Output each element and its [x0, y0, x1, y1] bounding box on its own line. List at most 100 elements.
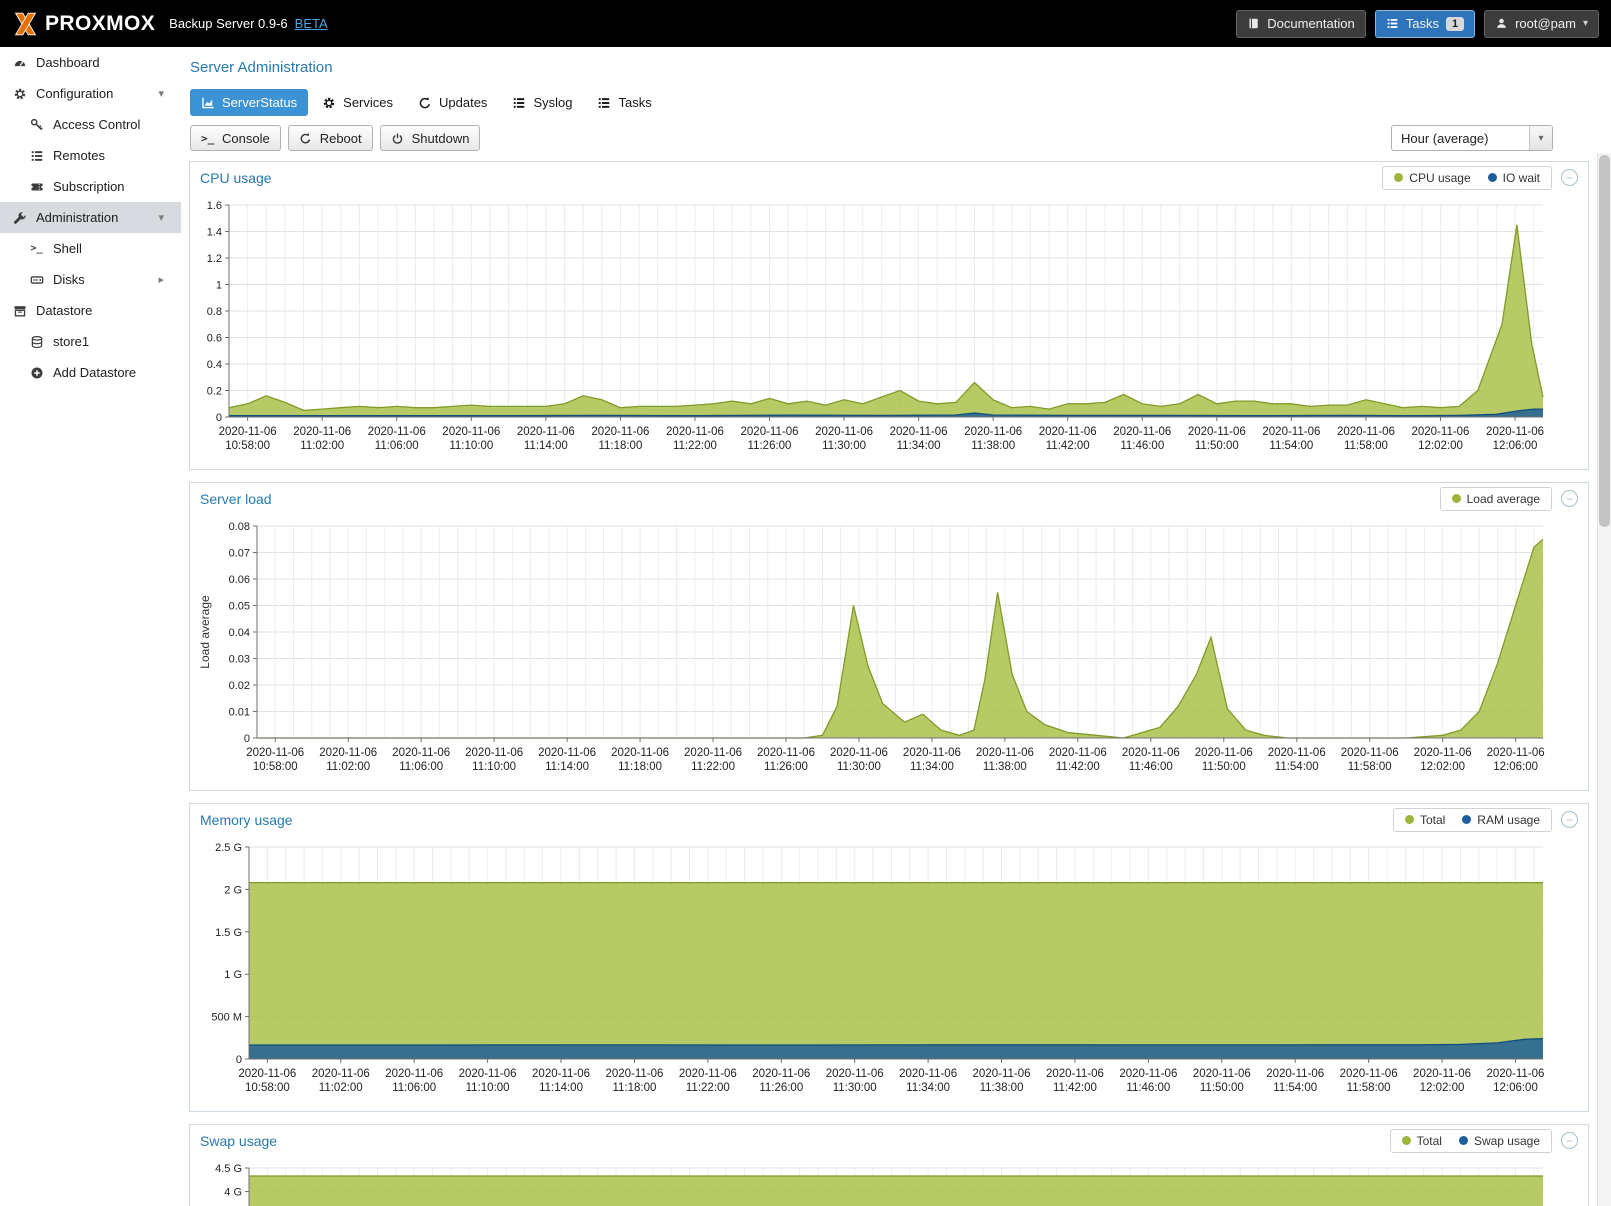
svg-text:2020-11-06: 2020-11-06	[1195, 747, 1253, 759]
user-menu-button[interactable]: root@pam ▾	[1484, 10, 1599, 38]
svg-text:12:06:00: 12:06:00	[1493, 761, 1538, 773]
svg-text:0.2: 0.2	[207, 386, 222, 398]
svg-text:2020-11-06: 2020-11-06	[219, 426, 277, 438]
timeframe-select[interactable]: Hour (average) ▾	[1391, 125, 1553, 151]
beta-link[interactable]: BETA	[295, 16, 328, 31]
legend-dot-icon	[1452, 494, 1461, 503]
legend-item-cpu-usage[interactable]: CPU usage	[1394, 171, 1470, 185]
tab-label: Services	[343, 95, 393, 110]
console-icon: >_	[201, 131, 215, 145]
svg-text:2020-11-06: 2020-11-06	[392, 747, 450, 759]
panel-title: CPU usage	[200, 170, 272, 186]
scrollbar-thumb[interactable]	[1599, 155, 1610, 527]
svg-text:2020-11-06: 2020-11-06	[830, 747, 888, 759]
svg-text:0.02: 0.02	[229, 680, 250, 692]
svg-text:2020-11-06: 2020-11-06	[1268, 747, 1326, 759]
sidebar-item-remotes[interactable]: Remotes	[0, 140, 181, 171]
sidebar-item-datastore[interactable]: Datastore	[0, 295, 181, 326]
svg-text:2020-11-06: 2020-11-06	[538, 747, 596, 759]
chart-canvas-swap-usage: 0500 M1 G1.5 G2 G2.5 G3 G3.5 G4 G4.5 G20…	[195, 1156, 1583, 1206]
svg-text:11:34:00: 11:34:00	[910, 761, 954, 773]
svg-text:12:02:00: 12:02:00	[1418, 440, 1463, 452]
tab-serverstatus[interactable]: ServerStatus	[190, 89, 308, 116]
reboot-button[interactable]: Reboot	[288, 125, 373, 151]
svg-text:2020-11-06: 2020-11-06	[1262, 426, 1320, 438]
svg-text:11:46:00: 11:46:00	[1129, 761, 1173, 773]
svg-text:2020-11-06: 2020-11-06	[1337, 426, 1395, 438]
svg-text:0.03: 0.03	[229, 654, 250, 666]
tab-label: ServerStatus	[222, 95, 297, 110]
svg-text:11:14:00: 11:14:00	[539, 1082, 583, 1094]
svg-text:11:38:00: 11:38:00	[971, 440, 1015, 452]
sidebar-item-dashboard[interactable]: Dashboard	[0, 47, 181, 78]
sidebar-item-access-control[interactable]: Access Control	[0, 109, 181, 140]
sidebar-item-label: Add Datastore	[53, 365, 136, 380]
svg-text:11:22:00: 11:22:00	[673, 440, 717, 452]
proxmox-logo: PROXMOX	[12, 12, 155, 36]
chart-legend: Total Swap usage	[1390, 1129, 1552, 1153]
gauge-icon	[11, 55, 28, 71]
tab-bar: ServerStatus Services Updates Syslog Tasks	[190, 89, 1611, 116]
svg-text:2020-11-06: 2020-11-06	[1046, 1068, 1104, 1080]
product-version: Backup Server 0.9-6	[169, 16, 288, 31]
chevron-down-icon[interactable]: ▾	[158, 87, 164, 100]
sidebar-item-shell[interactable]: >_Shell	[0, 233, 181, 264]
sidebar-item-configuration[interactable]: Configuration▾	[0, 78, 181, 109]
tab-syslog[interactable]: Syslog	[501, 89, 583, 116]
svg-text:1.5 G: 1.5 G	[215, 927, 242, 939]
chevron-down-icon[interactable]: ▾	[158, 211, 164, 224]
svg-text:11:34:00: 11:34:00	[897, 440, 941, 452]
svg-text:11:46:00: 11:46:00	[1126, 1082, 1170, 1094]
rows-icon	[597, 96, 611, 110]
tab-updates[interactable]: Updates	[407, 89, 498, 116]
db-icon	[28, 334, 45, 350]
legend-item-swap-usage[interactable]: Swap usage	[1459, 1134, 1540, 1148]
svg-text:11:26:00: 11:26:00	[759, 1082, 803, 1094]
sidebar-item-subscription[interactable]: Subscription	[0, 171, 181, 202]
tab-tasks[interactable]: Tasks	[586, 89, 662, 116]
chart-legend: CPU usage IO wait	[1382, 166, 1552, 190]
svg-text:2020-11-06: 2020-11-06	[611, 747, 669, 759]
svg-text:2020-11-06: 2020-11-06	[826, 1068, 884, 1080]
legend-item-total[interactable]: Total	[1405, 813, 1445, 827]
tab-label: Syslog	[533, 95, 572, 110]
svg-text:2.5 G: 2.5 G	[215, 842, 242, 854]
svg-text:500 M: 500 M	[211, 1012, 242, 1024]
sidebar-item-administration[interactable]: Administration▾	[0, 202, 181, 233]
svg-text:11:26:00: 11:26:00	[748, 440, 792, 452]
svg-text:2020-11-06: 2020-11-06	[666, 426, 724, 438]
legend-item-load-average[interactable]: Load average	[1452, 492, 1540, 506]
legend-item-total[interactable]: Total	[1402, 1134, 1442, 1148]
sidebar-item-store1[interactable]: store1	[0, 326, 181, 357]
svg-text:11:06:00: 11:06:00	[399, 761, 443, 773]
svg-text:2020-11-06: 2020-11-06	[903, 747, 961, 759]
svg-text:11:18:00: 11:18:00	[598, 440, 642, 452]
chevron-right-icon[interactable]: ▸	[158, 273, 164, 286]
legend-item-ram-usage[interactable]: RAM usage	[1462, 813, 1540, 827]
console-button[interactable]: >_ Console	[190, 125, 281, 151]
svg-text:2020-11-06: 2020-11-06	[1188, 426, 1246, 438]
sidebar-item-disks[interactable]: Disks▸	[0, 264, 181, 295]
tab-services[interactable]: Services	[311, 89, 404, 116]
shutdown-button[interactable]: Shutdown	[380, 125, 481, 151]
collapse-panel-icon[interactable]: −	[1561, 490, 1578, 507]
gear-icon	[11, 86, 28, 102]
sidebar-item-label: Shell	[53, 241, 82, 256]
svg-text:2020-11-06: 2020-11-06	[1487, 747, 1545, 759]
legend-item-io-wait[interactable]: IO wait	[1488, 171, 1540, 185]
documentation-button[interactable]: Documentation	[1236, 10, 1365, 38]
tasks-button[interactable]: Tasks 1	[1375, 10, 1475, 38]
svg-text:11:14:00: 11:14:00	[545, 761, 589, 773]
svg-text:2020-11-06: 2020-11-06	[1049, 747, 1107, 759]
svg-text:11:10:00: 11:10:00	[449, 440, 493, 452]
svg-text:12:02:00: 12:02:00	[1420, 1082, 1465, 1094]
collapse-panel-icon[interactable]: −	[1561, 169, 1578, 186]
svg-text:2020-11-06: 2020-11-06	[385, 1068, 443, 1080]
chevron-down-icon[interactable]: ▾	[1529, 126, 1552, 150]
sidebar-item-add-datastore[interactable]: Add Datastore	[0, 357, 181, 388]
collapse-panel-icon[interactable]: −	[1561, 811, 1578, 828]
vertical-scrollbar[interactable]	[1597, 153, 1611, 1206]
charts-container: CPU usageCPU usageIO wait−00.20.40.60.81…	[181, 153, 1597, 1206]
svg-text:0.06: 0.06	[229, 574, 250, 586]
collapse-panel-icon[interactable]: −	[1561, 1132, 1578, 1149]
